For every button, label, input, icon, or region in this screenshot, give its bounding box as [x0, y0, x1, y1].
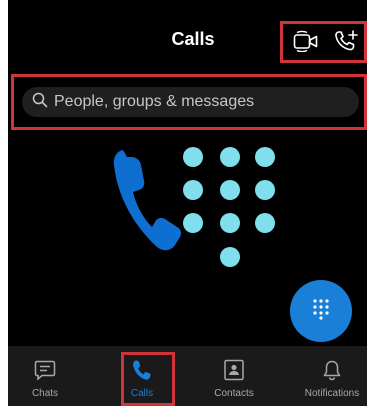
chat-icon — [34, 358, 56, 382]
dialpad-button[interactable] — [290, 280, 352, 342]
video-call-icon — [293, 30, 319, 57]
header: Calls — [8, 0, 367, 72]
calls-screen: Calls People, groups & messages Chats Ca… — [8, 0, 367, 406]
add-call-button[interactable] — [331, 28, 361, 58]
phone-keypad-illustration — [113, 140, 278, 280]
page-title: Calls — [171, 29, 215, 49]
search-placeholder: People, groups & messages — [54, 93, 255, 110]
search-input[interactable]: People, groups & messages — [22, 87, 359, 117]
calls-tab-highlight — [121, 352, 175, 406]
nav-item-notifications[interactable]: Notifications — [297, 346, 367, 406]
contacts-icon — [223, 358, 245, 382]
nav-item-contacts[interactable]: Contacts — [204, 346, 264, 406]
video-call-button[interactable] — [291, 28, 321, 58]
nav-label-notifications: Notifications — [304, 388, 360, 399]
search-icon — [22, 92, 48, 113]
search-highlight: People, groups & messages — [11, 74, 367, 130]
bell-icon — [321, 358, 343, 382]
bottom-nav: Chats Calls Contacts Notifications — [8, 346, 367, 406]
nav-label-chats: Chats — [31, 388, 59, 399]
handset-graphic — [113, 150, 181, 251]
header-actions-highlight — [280, 21, 367, 63]
nav-item-chats[interactable]: Chats — [20, 346, 70, 406]
dialpad-icon — [312, 298, 330, 325]
nav-label-contacts: Contacts — [214, 388, 254, 399]
add-call-icon — [333, 29, 359, 58]
